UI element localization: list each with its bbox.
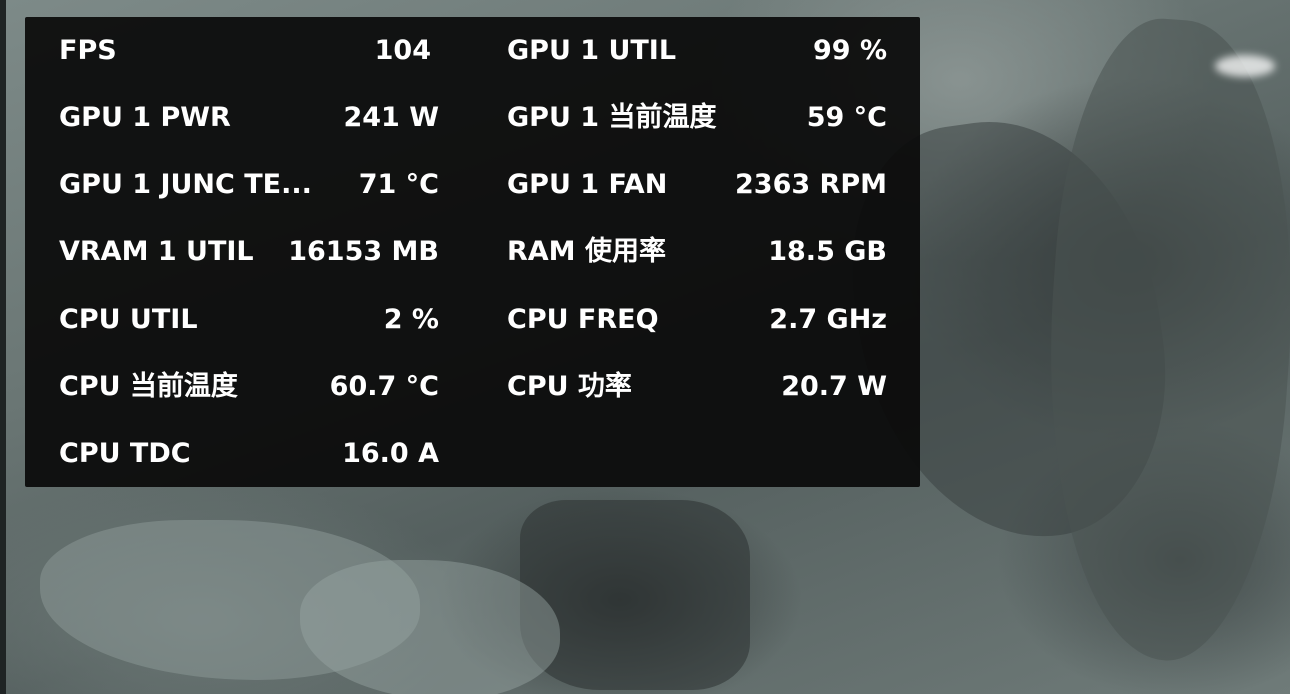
metric-gpu-power: GPU 1 PWR 241 W — [59, 98, 439, 138]
metric-value: 2.7 GHz — [769, 304, 887, 335]
metric-label: CPU FREQ — [507, 304, 659, 335]
metric-gpu-fan: GPU 1 FAN 2363 RPM — [507, 165, 887, 205]
background-debris — [520, 500, 750, 690]
metric-cpu-util: CPU UTIL 2 % — [59, 300, 439, 340]
metric-value: 2363 RPM — [735, 169, 887, 200]
metric-label: CPU 当前温度 — [59, 371, 238, 402]
metric-label: CPU 功率 — [507, 371, 632, 402]
metric-cpu-power: CPU 功率 20.7 W — [507, 367, 887, 407]
metric-label: CPU UTIL — [59, 304, 198, 335]
metric-value: 241 W — [343, 102, 439, 133]
metric-value: 16153 MB — [288, 236, 439, 267]
metric-ram-usage: RAM 使用率 18.5 GB — [507, 232, 887, 272]
metric-gpu-junction-temp: GPU 1 JUNC TE... 71 °C — [59, 165, 439, 205]
metric-gpu-temp: GPU 1 当前温度 59 °C — [507, 98, 887, 138]
window-edge — [0, 0, 6, 694]
metric-gpu-util: GPU 1 UTIL 99 % — [507, 31, 887, 71]
metric-label: GPU 1 当前温度 — [507, 102, 717, 133]
metric-cpu-tdc: CPU TDC 16.0 A — [59, 434, 439, 474]
metric-vram-util: VRAM 1 UTIL 16153 MB — [59, 232, 439, 272]
metric-value: 60.7 °C — [329, 371, 439, 402]
metric-value: 71 °C — [358, 169, 439, 200]
light-glare — [1215, 55, 1275, 77]
metric-label: CPU TDC — [59, 438, 191, 469]
metric-label: GPU 1 FAN — [507, 169, 668, 200]
background-rock — [1027, 12, 1290, 668]
metric-label: FPS — [59, 35, 117, 66]
metric-value: 20.7 W — [781, 371, 887, 402]
metric-cpu-temp: CPU 当前温度 60.7 °C — [59, 367, 439, 407]
metric-value: 18.5 GB — [768, 236, 887, 267]
metric-label: VRAM 1 UTIL — [59, 236, 254, 267]
metric-label: GPU 1 JUNC TE... — [59, 169, 312, 200]
metric-cpu-freq: CPU FREQ 2.7 GHz — [507, 300, 887, 340]
metric-value: 104 — [374, 35, 431, 66]
metric-label: GPU 1 UTIL — [507, 35, 677, 66]
metric-label: RAM 使用率 — [507, 236, 666, 267]
performance-overlay: FPS 104 GPU 1 PWR 241 W GPU 1 JUNC TE...… — [25, 17, 920, 487]
metric-value: 16.0 A — [342, 438, 439, 469]
metric-value: 2 % — [383, 304, 439, 335]
metric-value: 99 % — [812, 35, 887, 66]
metric-value: 59 °C — [806, 102, 887, 133]
metric-fps: FPS 104 — [59, 31, 439, 71]
metric-label: GPU 1 PWR — [59, 102, 231, 133]
